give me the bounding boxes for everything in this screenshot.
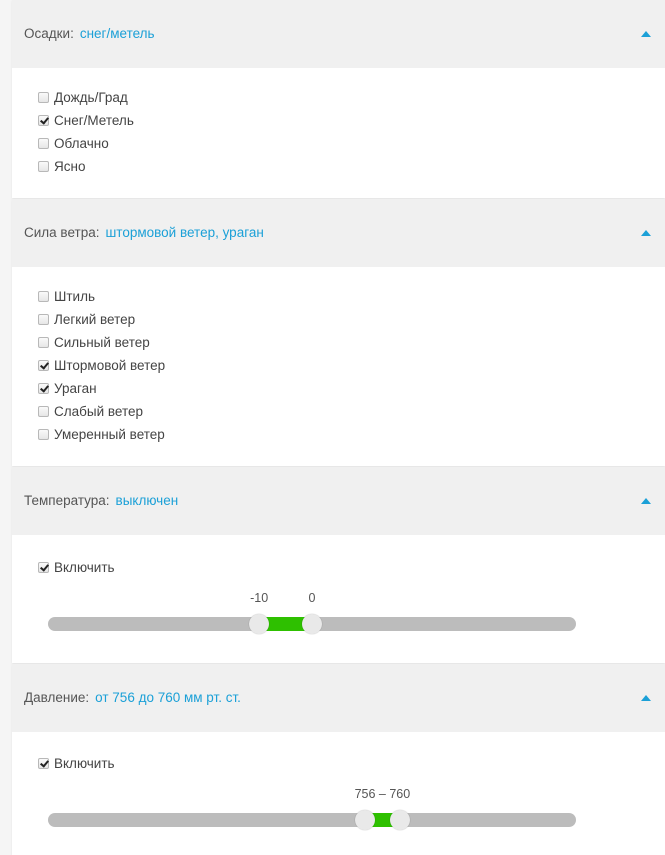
slider-range-label: 756 – 760 <box>354 787 411 801</box>
option-light-wind[interactable]: Легкий ветер <box>38 309 135 329</box>
wind-value: штормовой ветер, ураган <box>105 225 264 240</box>
temperature-panel: Температура: выключен Включить -10 0 <box>12 467 665 663</box>
checkbox[interactable] <box>38 336 49 348</box>
slider-handle-high[interactable] <box>390 810 410 830</box>
slider-track[interactable] <box>48 813 576 827</box>
wind-header[interactable]: Сила ветра: штормовой ветер, ураган <box>12 199 665 267</box>
option-strong-wind[interactable]: Сильный ветер <box>38 332 150 352</box>
slider-handle-high[interactable] <box>302 614 322 634</box>
option-label: Облачно <box>54 135 109 151</box>
slider-high-label: 0 <box>308 591 316 605</box>
collapse-caret-icon[interactable] <box>641 230 651 236</box>
temperature-enable[interactable]: Включить <box>38 557 115 577</box>
collapse-caret-icon[interactable] <box>641 498 651 504</box>
option-label: Дождь/Град <box>54 89 128 105</box>
checkbox[interactable] <box>38 405 49 417</box>
precipitation-title: Осадки: снег/метель <box>24 0 155 68</box>
checkbox[interactable] <box>38 137 49 149</box>
precipitation-panel: Осадки: снег/метель Дождь/Град Снег/Метел… <box>12 0 665 198</box>
pressure-enable[interactable]: Включить <box>38 753 115 773</box>
slider-low-label: -10 <box>250 591 269 605</box>
checkbox[interactable] <box>38 160 49 172</box>
precipitation-label: Осадки: <box>24 26 74 41</box>
temperature-title: Температура: выключен <box>24 467 178 535</box>
option-clear[interactable]: Ясно <box>38 156 85 176</box>
option-rain-hail[interactable]: Дождь/Град <box>38 87 128 107</box>
option-label: Штормовой ветер <box>54 357 166 373</box>
option-cloudy[interactable]: Облачно <box>38 133 109 153</box>
temperature-slider[interactable]: -10 0 <box>48 591 576 634</box>
option-label: Легкий ветер <box>54 311 136 327</box>
collapse-caret-icon[interactable] <box>641 31 651 37</box>
option-moderate-wind[interactable]: Умеренный ветер <box>38 424 165 444</box>
slider-handle-low[interactable] <box>249 614 270 634</box>
checkbox[interactable] <box>38 290 49 302</box>
option-label: Штиль <box>54 288 96 304</box>
option-weak-wind[interactable]: Слабый ветер <box>38 401 143 421</box>
temperature-value: выключен <box>115 493 179 508</box>
pressure-label: Давление: <box>24 690 90 705</box>
pressure-slider[interactable]: 756 – 760 <box>48 787 576 830</box>
option-storm-wind[interactable]: Штормовой ветер <box>38 355 165 375</box>
precipitation-value: снег/метель <box>79 26 155 41</box>
pressure-title: Давление: от 756 до 760 мм рт. ст. <box>24 664 241 732</box>
option-label: Умеренный ветер <box>54 426 165 442</box>
option-snow-blizzard[interactable]: Снег/Метель <box>38 110 134 130</box>
slider-handle-low[interactable] <box>354 810 375 830</box>
temperature-label: Температура: <box>24 493 110 508</box>
checkbox[interactable] <box>38 561 49 573</box>
option-label: Ясно <box>54 158 86 174</box>
option-calm[interactable]: Штиль <box>38 286 95 306</box>
wind-panel: Сила ветра: штормовой ветер, ураган Штиль… <box>12 199 665 466</box>
option-label: Слабый ветер <box>54 403 143 419</box>
checkbox[interactable] <box>38 91 49 103</box>
option-hurricane[interactable]: Ураган <box>38 378 97 398</box>
pressure-panel: Давление: от 756 до 760 мм рт. ст. Включи… <box>12 664 665 855</box>
wind-label: Сила ветра: <box>24 225 100 240</box>
temperature-header[interactable]: Температура: выключен <box>12 467 665 535</box>
option-label: Ураган <box>54 380 97 396</box>
enable-label: Включить <box>54 755 115 771</box>
enable-label: Включить <box>54 559 115 575</box>
option-label: Снег/Метель <box>54 112 134 128</box>
precipitation-header[interactable]: Осадки: снег/метель <box>12 0 665 68</box>
pressure-value: от 756 до 760 мм рт. ст. <box>95 690 241 705</box>
pressure-header[interactable]: Давление: от 756 до 760 мм рт. ст. <box>12 664 665 732</box>
checkbox[interactable] <box>38 428 49 440</box>
checkbox[interactable] <box>38 114 49 126</box>
checkbox[interactable] <box>38 757 49 769</box>
checkbox[interactable] <box>38 382 49 394</box>
checkbox[interactable] <box>38 313 49 325</box>
collapse-caret-icon[interactable] <box>641 695 651 701</box>
checkbox[interactable] <box>38 359 49 371</box>
wind-title: Сила ветра: штормовой ветер, ураган <box>24 199 264 267</box>
option-label: Сильный ветер <box>54 334 150 350</box>
